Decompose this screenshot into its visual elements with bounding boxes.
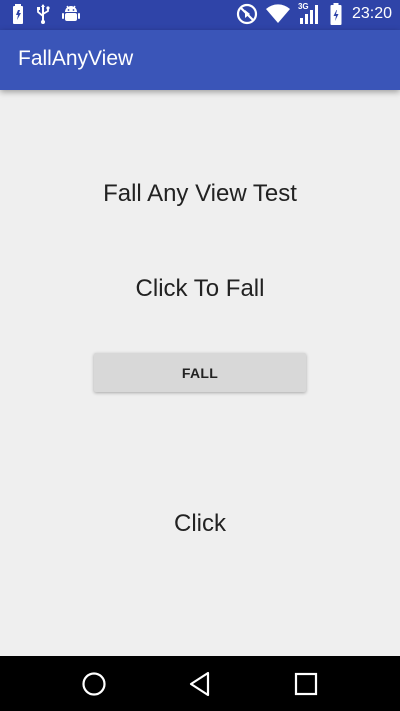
wifi-icon xyxy=(265,4,290,24)
click-text[interactable]: Click xyxy=(0,510,400,538)
recents-icon[interactable] xyxy=(292,670,320,698)
battery-charging-icon xyxy=(330,3,342,25)
signal-icon xyxy=(299,5,318,24)
usb-icon xyxy=(37,4,50,24)
main-content: Fall Any View Test Click To Fall FALL Cl… xyxy=(0,90,400,656)
status-left-icons xyxy=(12,4,80,24)
app-title: FallAnyView xyxy=(18,47,134,70)
do-not-disturb-icon xyxy=(236,3,258,25)
status-right-icons: 3G 23:20 xyxy=(236,2,392,25)
home-icon[interactable] xyxy=(80,670,108,698)
signal-indicator: 3G xyxy=(298,2,322,25)
click-to-fall-text[interactable]: Click To Fall xyxy=(0,275,400,303)
heading-text: Fall Any View Test xyxy=(103,180,297,207)
battery-saver-icon xyxy=(13,4,23,24)
status-bar: 3G 23:20 xyxy=(0,0,400,30)
status-time: 23:20 xyxy=(351,5,392,22)
app-bar: FallAnyView xyxy=(0,30,400,90)
fall-button[interactable]: FALL xyxy=(94,353,306,392)
navigation-bar xyxy=(0,656,400,711)
back-icon[interactable] xyxy=(186,670,214,698)
android-debug-icon xyxy=(62,5,80,21)
